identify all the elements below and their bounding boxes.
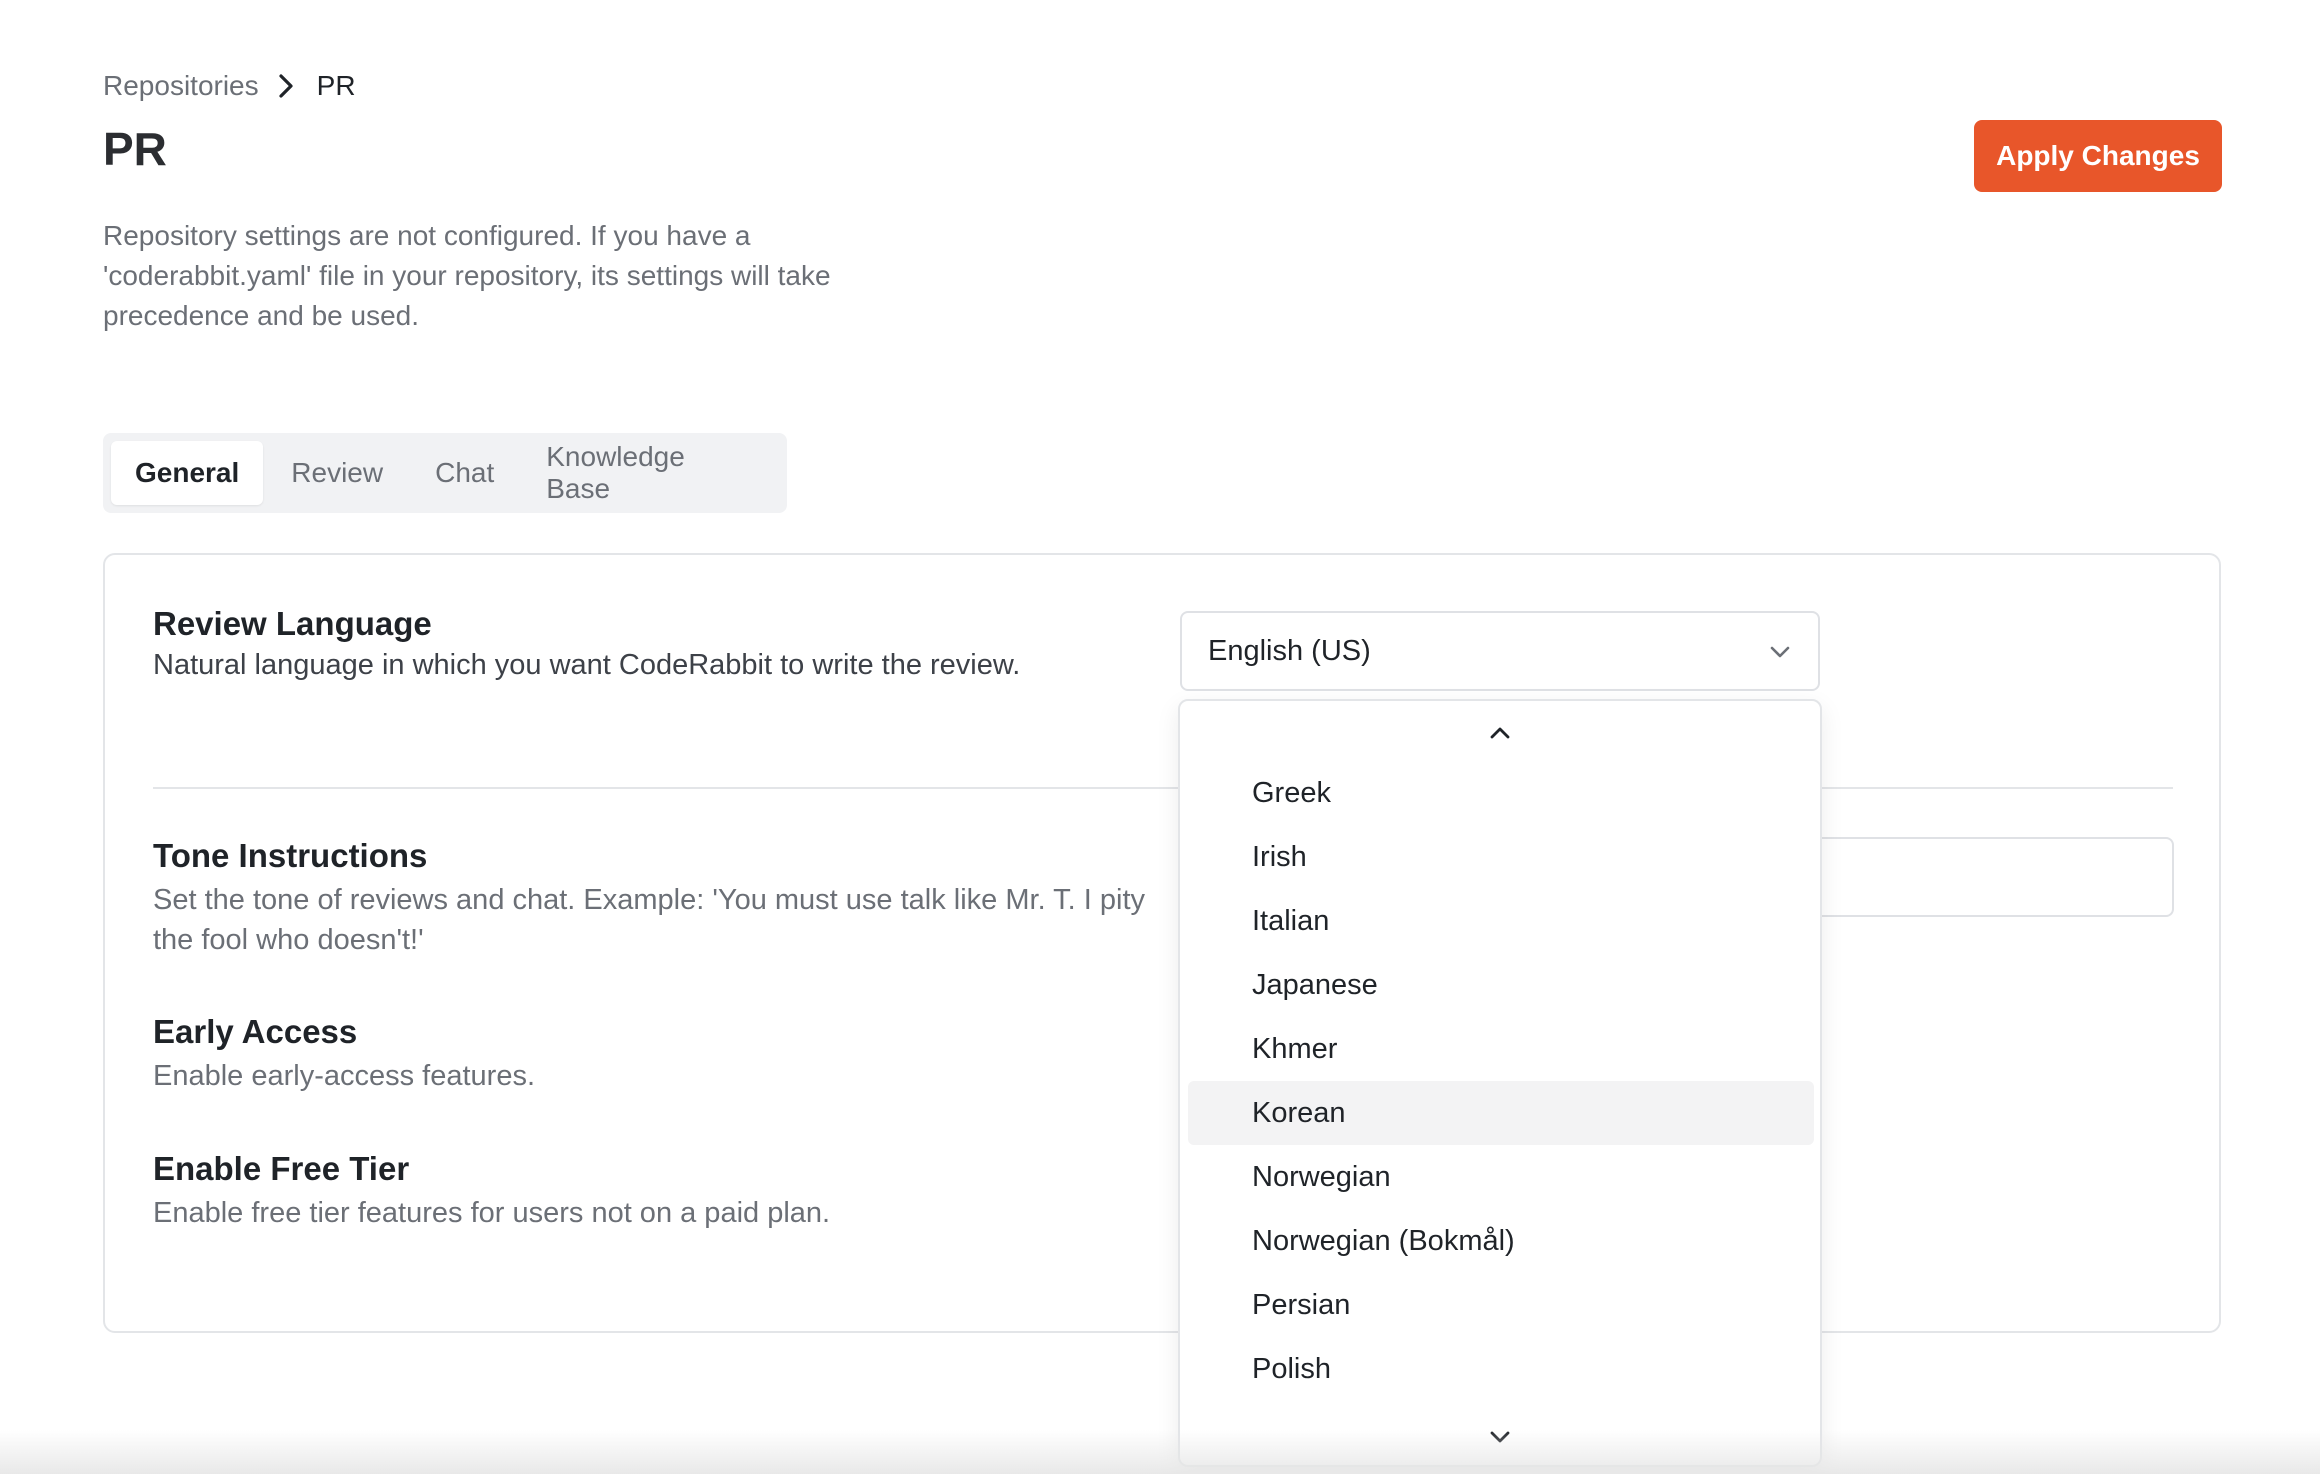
chevron-right-icon — [277, 73, 299, 99]
settings-tabs: General Review Chat Knowledge Base — [103, 433, 787, 513]
tab-general[interactable]: General — [111, 441, 264, 505]
language-options-list: Greek Irish Italian Japanese Khmer Korea… — [1188, 761, 1814, 1417]
bottom-shadow — [0, 1430, 2320, 1474]
review-language-title: Review Language — [153, 605, 432, 642]
breadcrumb-current: PR — [316, 70, 356, 101]
language-option[interactable]: Norwegian — [1188, 1145, 1814, 1209]
language-option[interactable]: Persian — [1188, 1273, 1814, 1337]
settings-card: Review Language Natural language in whic… — [103, 553, 2221, 1333]
page-title: PR — [103, 123, 167, 175]
page-description: Repository settings are not configured. … — [103, 220, 831, 331]
tone-instructions-description: Set the tone of reviews and chat. Exampl… — [153, 884, 1146, 956]
free-tier-title: Enable Free Tier — [153, 1150, 410, 1187]
language-option[interactable]: Japanese — [1188, 953, 1814, 1017]
tab-chat[interactable]: Chat — [411, 441, 518, 505]
chevron-down-icon — [1768, 635, 1792, 668]
language-option-highlighted[interactable]: Korean — [1188, 1081, 1814, 1145]
section-divider — [153, 787, 2173, 789]
language-option[interactable]: Italian — [1188, 889, 1814, 953]
language-dropdown: Greek Irish Italian Japanese Khmer Korea… — [1178, 699, 1822, 1467]
review-language-description: Natural language in which you want CodeR… — [153, 649, 1021, 681]
language-option[interactable]: Polish — [1188, 1337, 1814, 1401]
tab-review[interactable]: Review — [267, 441, 407, 505]
review-language-select[interactable]: English (US) — [1180, 611, 1820, 691]
language-option[interactable]: Greek — [1188, 761, 1814, 825]
tab-knowledge-base[interactable]: Knowledge Base — [522, 441, 779, 505]
chevron-up-icon[interactable] — [1180, 709, 1820, 757]
apply-changes-button[interactable]: Apply Changes — [1974, 120, 2222, 192]
free-tier-description: Enable free tier features for users not … — [153, 1197, 831, 1229]
review-language-selected-value: English (US) — [1208, 634, 1371, 667]
language-option[interactable]: Irish — [1188, 825, 1814, 889]
early-access-title: Early Access — [153, 1013, 358, 1050]
tone-instructions-title: Tone Instructions — [153, 837, 428, 874]
language-option[interactable]: Khmer — [1188, 1017, 1814, 1081]
settings-page: Repositories PR PR Apply Changes Reposit… — [0, 0, 2320, 1474]
early-access-description: Enable early-access features. — [153, 1060, 536, 1092]
breadcrumb: Repositories PR — [103, 66, 356, 106]
language-option[interactable]: Norwegian (Bokmål) — [1188, 1209, 1814, 1273]
breadcrumb-repositories-link[interactable]: Repositories — [103, 70, 259, 102]
